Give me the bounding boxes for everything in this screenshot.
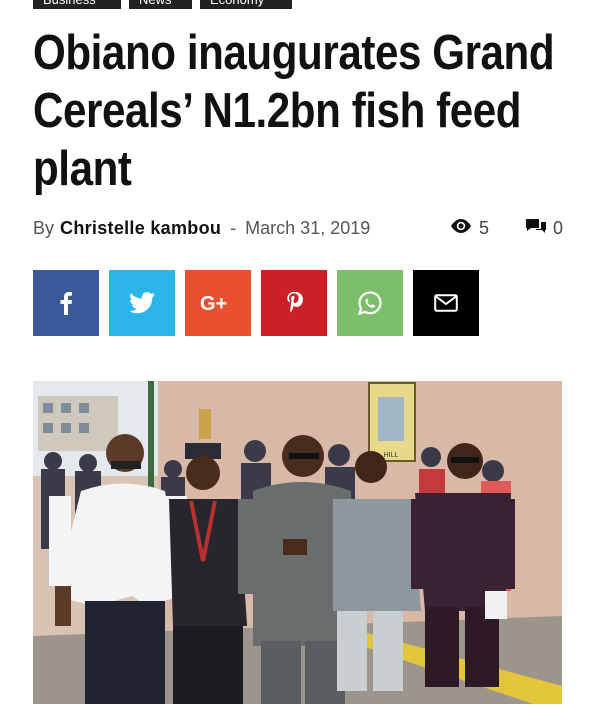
share-whatsapp-button[interactable]: [337, 270, 403, 336]
views-count: 5: [478, 217, 489, 238]
share-bar: G+: [33, 270, 479, 336]
pinterest-icon: [285, 291, 303, 315]
mail-icon: [434, 294, 458, 312]
facebook-icon: [59, 291, 73, 315]
category-tag-news[interactable]: News: [129, 0, 192, 9]
comments-count[interactable]: 0: [553, 218, 563, 239]
category-tag-business[interactable]: Business: [33, 0, 121, 9]
whatsapp-icon: [357, 290, 383, 316]
share-facebook-button[interactable]: [33, 270, 99, 336]
article-stats: 5 0: [449, 217, 563, 240]
publish-date: March 31, 2019: [245, 217, 371, 238]
article-featured-image: HILL: [33, 381, 562, 704]
category-tag-economy[interactable]: Economy: [200, 0, 292, 9]
article-meta: By Christelle kambou - March 31, 2019 5 …: [33, 216, 563, 240]
share-google-plus-button[interactable]: G+: [185, 270, 251, 336]
twitter-icon: [129, 292, 155, 314]
share-pinterest-button[interactable]: [261, 270, 327, 336]
poster-text: HILL: [384, 452, 399, 459]
article-title: Obiano inaugurates Grand Cereals’ N1.2bn…: [33, 26, 555, 196]
by-label: By: [33, 217, 55, 238]
share-twitter-button[interactable]: [109, 270, 175, 336]
eye-icon: [449, 218, 473, 239]
share-email-button[interactable]: [413, 270, 479, 336]
category-tags: Business News Economy: [33, 0, 292, 9]
google-plus-icon: G+: [200, 292, 236, 314]
author-link[interactable]: Christelle kambou: [60, 218, 221, 239]
meta-separator: -: [230, 217, 237, 238]
svg-text:G+: G+: [200, 293, 227, 314]
comments-icon[interactable]: [525, 217, 547, 240]
